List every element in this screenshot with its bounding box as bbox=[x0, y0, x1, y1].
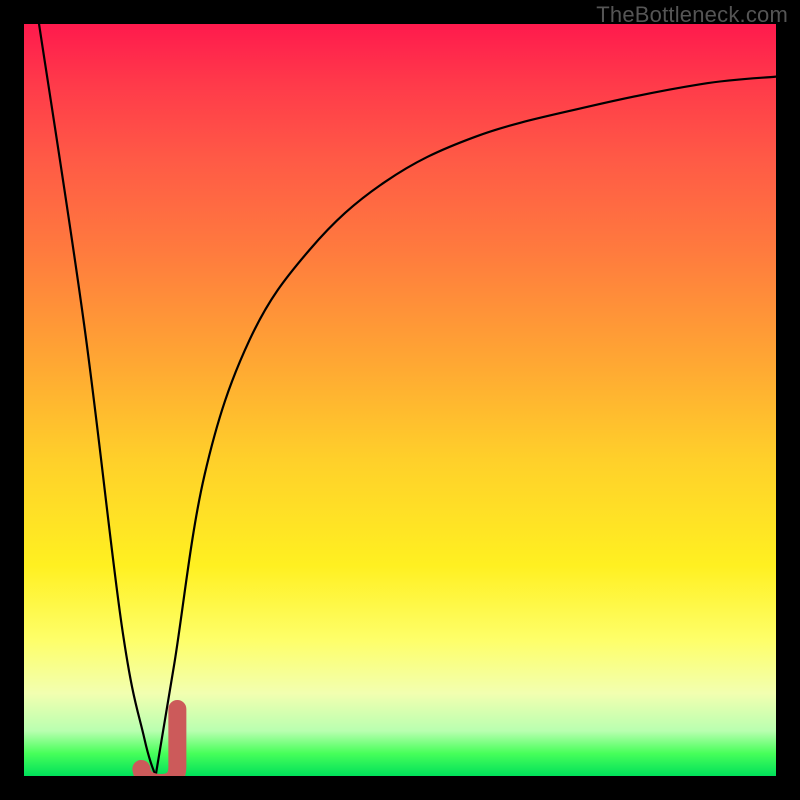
chart-svg bbox=[24, 24, 776, 776]
j-marker-icon bbox=[141, 709, 177, 776]
chart-plot-area bbox=[24, 24, 776, 776]
chart-frame: TheBottleneck.com bbox=[0, 0, 800, 800]
curve-left-branch bbox=[39, 24, 156, 776]
curve-right-branch bbox=[156, 77, 776, 776]
